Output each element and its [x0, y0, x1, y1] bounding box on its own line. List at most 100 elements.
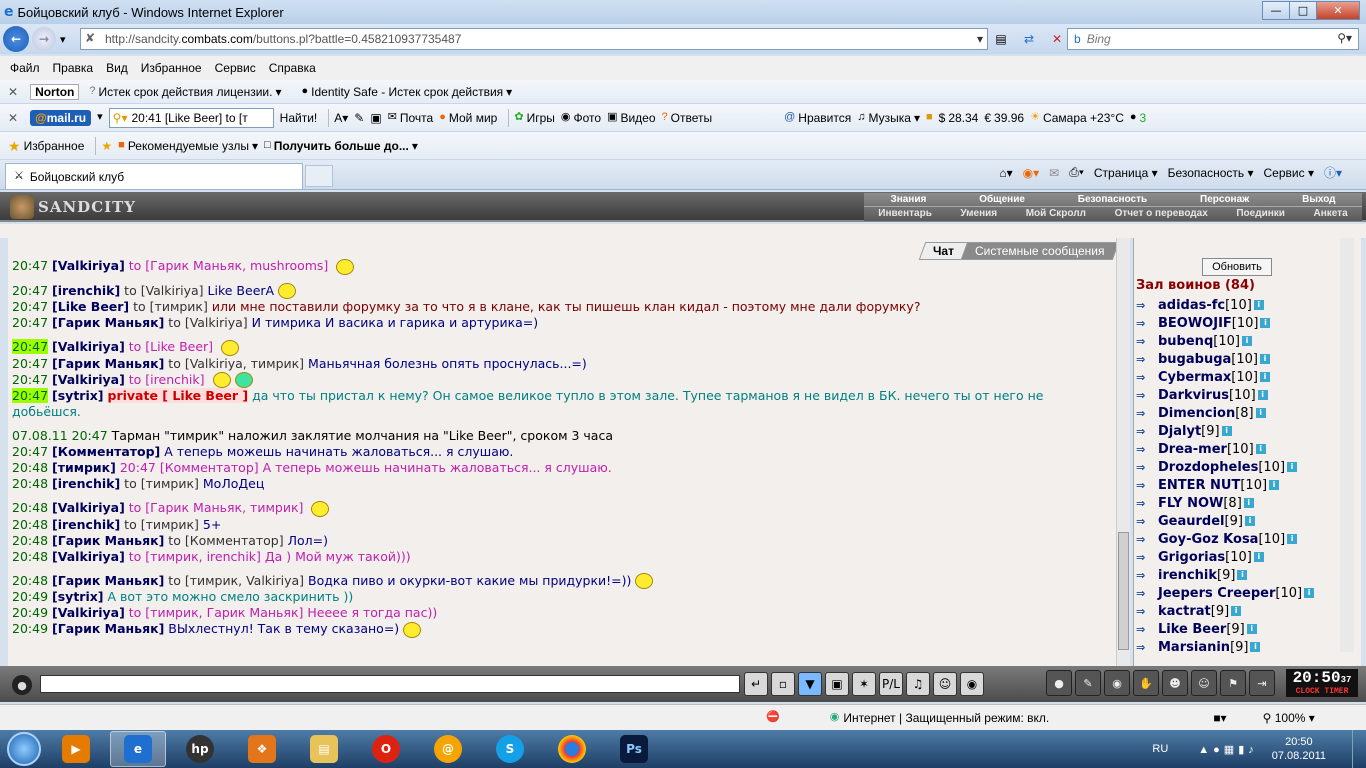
player-row[interactable]: ⇒ FLY NOW [8] i: [1136, 494, 1360, 512]
player-name[interactable]: Drozdopheles: [1158, 460, 1258, 475]
chat-nick[interactable]: [Valkiriya]: [52, 549, 125, 564]
taskbar-photoshop[interactable]: Ps: [606, 731, 662, 767]
toolbar-eur[interactable]: €39.96: [984, 111, 1024, 125]
private-arrow-icon[interactable]: ⇒: [1136, 317, 1158, 330]
chat-nick[interactable]: [Valkiriya]: [52, 372, 125, 387]
refresh-icon[interactable]: ⇄: [1018, 28, 1040, 50]
private-arrow-icon[interactable]: ⇒: [1136, 515, 1158, 528]
url-field[interactable]: ✘ http://sandcity. combats.com/buttons.pl…: [80, 28, 988, 50]
chat-recipients[interactable]: to [тимрик]: [124, 476, 199, 491]
mask-icon[interactable]: ◉: [1104, 670, 1130, 696]
rss-icon[interactable]: ◉▾: [1023, 166, 1040, 180]
chat-nick[interactable]: [irenchik]: [52, 517, 120, 532]
chat-recipients[interactable]: to [тимрик, Valkiriya]: [168, 573, 304, 588]
taskbar-chrome[interactable]: [544, 731, 600, 767]
player-row[interactable]: ⇒ bugabuga [10] i: [1136, 350, 1360, 368]
player-row[interactable]: ⇒ Geaurdel [9] i: [1136, 512, 1360, 530]
taskbar-hp[interactable]: hp: [172, 731, 228, 767]
chat-mode-icon[interactable]: ●: [12, 675, 32, 695]
player-name[interactable]: adidas-fc: [1158, 298, 1225, 313]
game-menu-top-item[interactable]: Выход: [1302, 194, 1335, 205]
clock-timer[interactable]: 20:5037 CLOCK TIMER: [1286, 669, 1358, 697]
player-name[interactable]: ENTER NUT: [1158, 478, 1240, 493]
get-more-addons[interactable]: □ Получить больше до... ▾: [264, 139, 418, 153]
eraser-icon[interactable]: ▫: [771, 672, 795, 696]
chat-nick[interactable]: [Комментатор]: [52, 444, 160, 459]
chat-recipients[interactable]: to [тимрик]: [133, 299, 208, 314]
zoom-control[interactable]: ⚲ 100% ▾: [1263, 711, 1315, 725]
chat-nick[interactable]: [Гарик Маньяк]: [52, 533, 164, 548]
private-arrow-icon[interactable]: ⇒: [1136, 389, 1158, 402]
taskbar-opera[interactable]: O: [358, 731, 414, 767]
scroll-icon[interactable]: ✎: [1075, 670, 1101, 696]
player-name[interactable]: BEOWOJIF: [1158, 316, 1232, 331]
search-icon[interactable]: ⚲▾: [1337, 31, 1352, 45]
chat-nick[interactable]: [irenchik]: [52, 476, 120, 491]
taskbar-app[interactable]: ❖: [234, 731, 290, 767]
private-arrow-icon[interactable]: ⇒: [1136, 335, 1158, 348]
mailru-logo[interactable]: @mail.ru: [30, 109, 92, 126]
player-info-icon[interactable]: i: [1259, 372, 1270, 382]
menu-tools[interactable]: Сервис: [215, 61, 256, 75]
player-info-icon[interactable]: i: [1241, 336, 1252, 346]
compat-view-icon[interactable]: ▤: [990, 28, 1012, 50]
toolbar-bookmark[interactable]: ■: [926, 112, 933, 123]
toolbar-music[interactable]: ♫ Музыка ▾: [857, 111, 920, 125]
player-name[interactable]: Djalyt: [1158, 424, 1201, 439]
player-info-icon[interactable]: i: [1269, 480, 1280, 490]
private-arrow-icon[interactable]: ⇒: [1136, 497, 1158, 510]
player-row[interactable]: ⇒ Cybermax [10] i: [1136, 368, 1360, 386]
chat-recipients[interactable]: to [тимрик, Гарик Маньяк]: [129, 605, 304, 620]
helmet-icon[interactable]: ◉: [960, 672, 984, 696]
game-menu-bottom-item[interactable]: Инвентарь: [878, 208, 932, 219]
tab-fight-club[interactable]: ⚔ Бойцовский клуб: [5, 163, 303, 189]
player-name[interactable]: Jeepers Creeper: [1158, 586, 1275, 601]
security-zone[interactable]: Интернет | Защищенный режим: вкл.: [843, 711, 1213, 725]
player-info-icon[interactable]: i: [1260, 318, 1271, 328]
taskbar-skype[interactable]: S: [482, 731, 538, 767]
game-menu-top-item[interactable]: Безопасность: [1078, 194, 1147, 205]
player-row[interactable]: ⇒ kactrat [9] i: [1136, 602, 1360, 620]
toolbar-photo[interactable]: ◉ Фото: [561, 111, 601, 125]
menu-help[interactable]: Справка: [269, 61, 316, 75]
player-info-icon[interactable]: i: [1250, 642, 1261, 652]
page-menu[interactable]: Страница ▾: [1094, 166, 1158, 180]
menu-file[interactable]: Файл: [10, 61, 40, 75]
private-arrow-icon[interactable]: ⇒: [1136, 371, 1158, 384]
norton-license-item[interactable]: ? Истек срок действия лицензии. ▾: [89, 85, 281, 99]
maximize-button[interactable]: □: [1289, 1, 1317, 20]
mailru-search-input[interactable]: ⚲▾ 20:41 [Like Beer] to [т: [108, 107, 274, 128]
player-info-icon[interactable]: i: [1231, 606, 1242, 616]
flag-icon[interactable]: ⚑: [1220, 670, 1246, 696]
menu-view[interactable]: Вид: [106, 61, 128, 75]
player-row[interactable]: ⇒ irenchik [9] i: [1136, 566, 1360, 584]
sound-icon[interactable]: ♫: [906, 672, 930, 696]
close-button[interactable]: ✕: [1316, 1, 1360, 20]
help-icon[interactable]: ⓘ▾: [1324, 164, 1342, 181]
player-name[interactable]: Goy-Goz Kosa: [1158, 532, 1258, 547]
print-icon[interactable]: ⎙▾: [1069, 165, 1084, 180]
player-info-icon[interactable]: i: [1287, 462, 1298, 472]
player-info-icon[interactable]: i: [1287, 534, 1298, 544]
tray-icons[interactable]: ▲●▦▮♪: [1198, 743, 1257, 756]
game-menu-bottom-item[interactable]: Умения: [960, 208, 997, 219]
taskbar-mail-agent[interactable]: @: [420, 731, 476, 767]
player-name[interactable]: Marsianin: [1158, 640, 1230, 655]
chat-recipients[interactable]: to [тимрик]: [124, 517, 199, 532]
private-arrow-icon[interactable]: ⇒: [1136, 587, 1158, 600]
private-arrow-icon[interactable]: ⇒: [1136, 443, 1158, 456]
chat-recipients[interactable]: to [Valkiriya, тимрик]: [168, 356, 304, 371]
player-row[interactable]: ⇒ Grigorias [10] i: [1136, 548, 1360, 566]
player-info-icon[interactable]: i: [1243, 498, 1254, 508]
chat-nick[interactable]: [Гарик Маньяк]: [52, 315, 164, 330]
clock[interactable]: 20:50 07.08.2011: [1272, 735, 1326, 763]
private-arrow-icon[interactable]: ⇒: [1136, 407, 1158, 420]
player-row[interactable]: ⇒ Darkvirus [10] i: [1136, 386, 1360, 404]
player-row[interactable]: ⇒ Jeepers Creeper [10] i: [1136, 584, 1360, 602]
exit-icon[interactable]: ⇥: [1249, 670, 1275, 696]
stop-icon[interactable]: ✕: [1046, 28, 1068, 50]
toolbar-answers[interactable]: ? Ответы: [662, 111, 713, 125]
player-info-icon[interactable]: i: [1244, 516, 1255, 526]
back-button[interactable]: ←: [3, 26, 29, 52]
toolbar-traffic[interactable]: ● 3: [1130, 111, 1146, 125]
